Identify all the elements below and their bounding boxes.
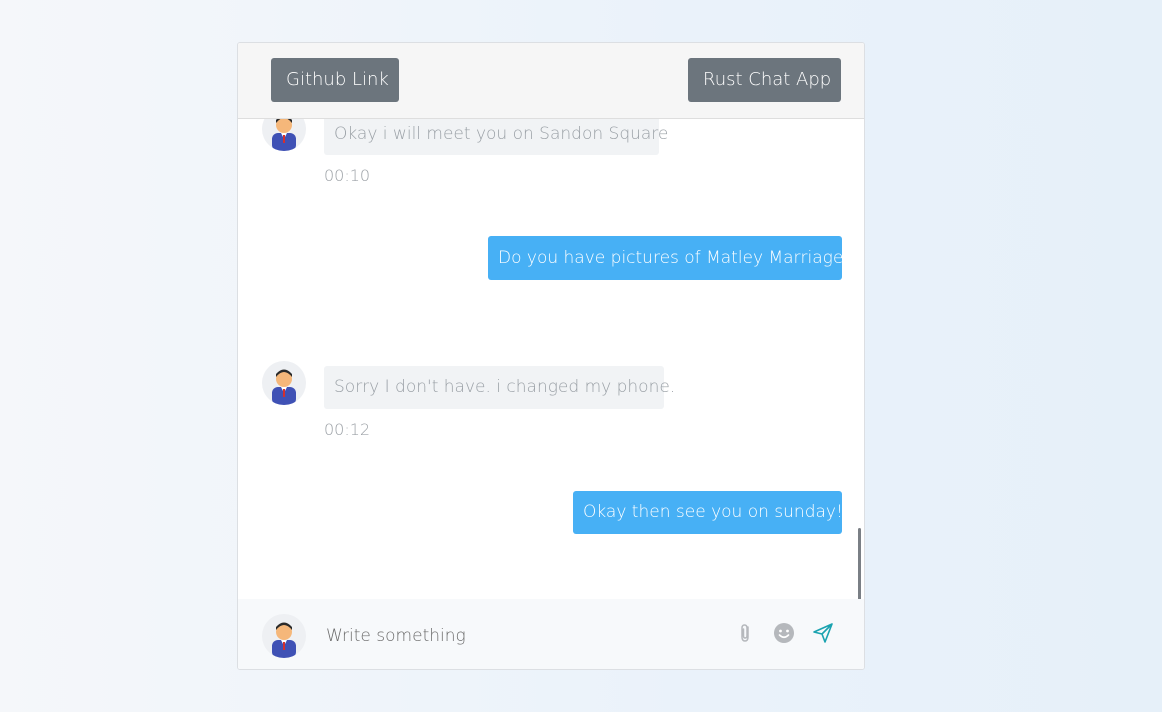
incoming-message-bubble: Okay i will meet you on Sandon Square xyxy=(324,119,668,155)
user-avatar-icon xyxy=(272,622,296,658)
chat-window: Github Link Rust Chat App Okay i will me… xyxy=(237,42,865,670)
rust-chat-app-button[interactable]: Rust Chat App xyxy=(688,58,841,102)
user-avatar-icon xyxy=(272,119,296,151)
scrollbar-thumb[interactable] xyxy=(858,528,861,599)
message-composer xyxy=(238,599,864,669)
message-list[interactable]: Okay i will meet you on Sandon Square 00… xyxy=(238,119,864,599)
outgoing-message-bubble: Okay then see you on sunday!! xyxy=(573,491,850,534)
chat-header: Github Link Rust Chat App xyxy=(238,43,864,119)
message-timestamp: 00:12 xyxy=(324,420,371,439)
avatar xyxy=(262,614,306,658)
user-avatar-icon xyxy=(272,369,296,405)
message-input[interactable] xyxy=(326,621,706,651)
smiley-icon[interactable] xyxy=(772,621,796,645)
avatar xyxy=(262,361,306,405)
incoming-message-bubble: Sorry I don't have. i changed my phone. xyxy=(324,366,675,409)
avatar xyxy=(262,119,306,151)
message-timestamp: 00:10 xyxy=(324,166,371,185)
paper-plane-icon[interactable] xyxy=(811,621,835,645)
github-link-button[interactable]: Github Link xyxy=(271,58,399,102)
paperclip-icon[interactable] xyxy=(734,621,758,645)
outgoing-message-bubble: Do you have pictures of Matley Marriage? xyxy=(488,236,852,280)
